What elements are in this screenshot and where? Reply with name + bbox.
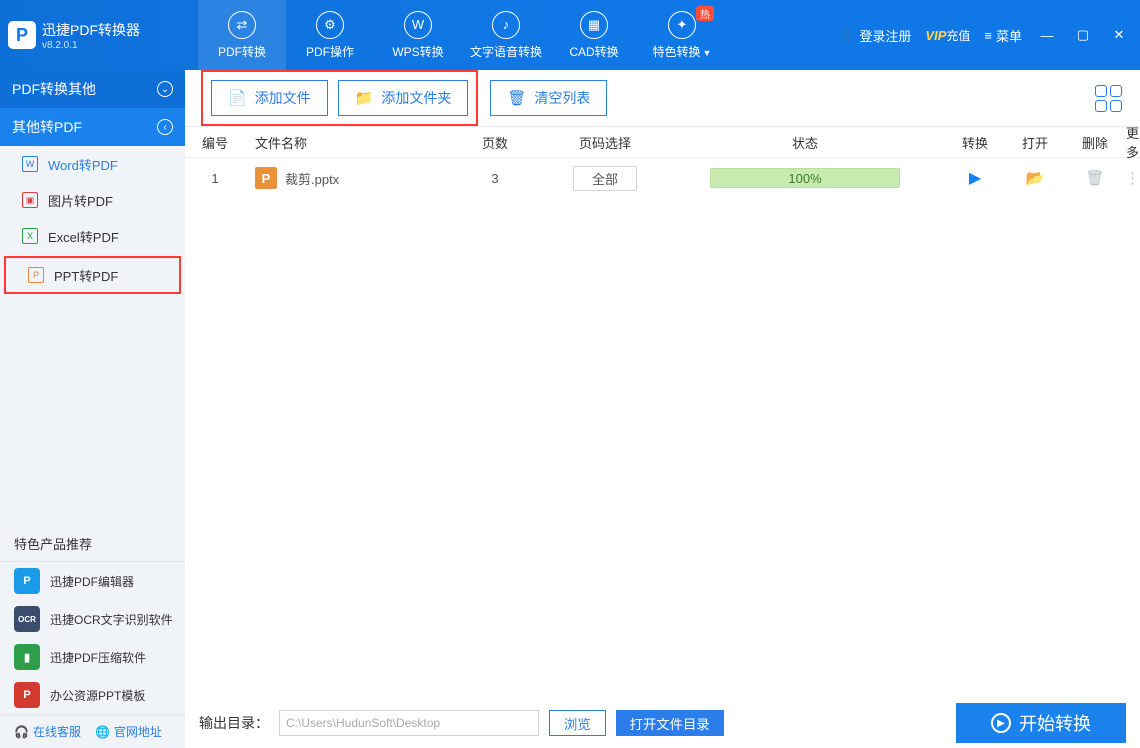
sidebar-item-ppt-to-pdf[interactable]: P PPT转PDF (4, 256, 181, 294)
file-name: 裁剪.pptx (285, 169, 339, 188)
table-header: 编号 文件名称 页数 页码选择 状态 转换 打开 删除 更多 (185, 126, 1140, 158)
star-icon: ✦ (668, 11, 696, 39)
recommend-title: 特色产品推荐 (0, 526, 185, 562)
col-conv: 转换 (945, 133, 1005, 152)
product-ppt-template[interactable]: P 办公资源PPT模板 (0, 676, 185, 714)
hamburger-icon: ≡ (984, 28, 992, 43)
maximize-button[interactable]: ▢ (1072, 27, 1094, 43)
page-count: 3 (445, 171, 545, 186)
headset-icon: 🎧 (14, 725, 29, 739)
swap-icon: ⇄ (228, 11, 256, 39)
open-folder-button[interactable]: 📂 (1026, 170, 1045, 187)
product-icon: ▮ (14, 644, 40, 670)
apps-grid-icon[interactable] (1095, 85, 1122, 112)
tab-pdf-convert[interactable]: ⇄ PDF转换 (198, 0, 286, 70)
sidebar-item-image-to-pdf[interactable]: ▣ 图片转PDF (0, 182, 185, 218)
official-site[interactable]: 🌐 官网地址 (95, 723, 162, 740)
cad-icon: ▦ (580, 11, 608, 39)
audio-icon: ♪ (492, 11, 520, 39)
output-label: 输出目录： (199, 713, 269, 733)
col-name: 文件名称 (245, 133, 445, 152)
tab-cad-convert[interactable]: ▦ CAD转换 (550, 0, 638, 70)
excel-icon: X (22, 228, 38, 244)
minimize-button[interactable]: ― (1036, 28, 1058, 43)
vip-recharge[interactable]: VIP充值 (925, 27, 970, 44)
product-pdf-compress[interactable]: ▮ 迅捷PDF压缩软件 (0, 638, 185, 676)
app-version: v8.2.0.1 (42, 40, 140, 51)
product-icon: P (14, 568, 40, 594)
ppt-icon: P (28, 267, 44, 283)
ppt-file-icon: P (255, 167, 277, 189)
footer: 输出目录： 浏览 打开文件目录 ▶ 开始转换 (185, 698, 1140, 748)
tab-tts[interactable]: ♪ 文字语音转换 (462, 0, 550, 70)
online-support[interactable]: 🎧 在线客服 (14, 723, 81, 740)
col-del: 删除 (1065, 133, 1125, 152)
product-icon: OCR (14, 606, 40, 632)
sidebar-section-other-to-pdf[interactable]: 其他转PDF ‹ (0, 108, 185, 146)
word-icon: W (22, 156, 38, 172)
main-area: 📄 添加文件 📁 添加文件夹 🗑 清空列表 编号 文件名称 页数 页码选择 (185, 70, 1140, 748)
hot-badge: 热 (696, 6, 714, 21)
chevron-left-icon: ‹ (157, 119, 173, 135)
add-folder-button[interactable]: 📁 添加文件夹 (338, 80, 469, 116)
browse-button[interactable]: 浏览 (549, 710, 606, 736)
sidebar: PDF转换其他 ⌄ 其他转PDF ‹ W Word转PDF ▣ 图片转PDF X… (0, 70, 185, 748)
convert-button[interactable]: ▶ (969, 170, 981, 187)
app-title: 迅捷PDF转换器 (42, 20, 140, 40)
tab-pdf-operate[interactable]: ⚙ PDF操作 (286, 0, 374, 70)
header-right: 👤 登录注册 VIP充值 ≡ 菜单 ― ▢ ✕ (839, 0, 1140, 70)
delete-button[interactable]: 🗑 (1085, 170, 1104, 187)
col-more: 更多 (1125, 123, 1140, 161)
chevron-down-icon: ⌄ (157, 81, 173, 97)
progress-bar: 100% (710, 168, 900, 188)
wps-icon: W (404, 11, 432, 39)
col-pages: 页数 (445, 133, 545, 152)
more-button[interactable]: ⋮ (1125, 170, 1140, 187)
file-plus-icon: 📄 (228, 89, 247, 107)
sidebar-section-pdf-to-other[interactable]: PDF转换其他 ⌄ (0, 70, 185, 108)
tab-wps-convert[interactable]: W WPS转换 (374, 0, 462, 70)
start-convert-button[interactable]: ▶ 开始转换 (956, 703, 1126, 743)
output-path-input[interactable] (279, 710, 539, 736)
product-ocr[interactable]: OCR 迅捷OCR文字识别软件 (0, 600, 185, 638)
sidebar-item-excel-to-pdf[interactable]: X Excel转PDF (0, 218, 185, 254)
menu-button[interactable]: ≡ 菜单 (984, 26, 1022, 45)
app-logo-icon: P (8, 21, 36, 49)
gear-icon: ⚙ (316, 11, 344, 39)
product-icon: P (14, 682, 40, 708)
col-open: 打开 (1005, 133, 1065, 152)
table-row: 1 P 裁剪.pptx 3 全部 100% ▶ 📂 🗑 ⋮ (185, 158, 1140, 198)
trash-icon: 🗑 (507, 89, 526, 107)
ie-icon: 🌐 (95, 725, 110, 739)
sidebar-item-word-to-pdf[interactable]: W Word转PDF (0, 146, 185, 182)
folder-plus-icon: 📁 (355, 89, 374, 107)
page-select-button[interactable]: 全部 (573, 166, 637, 191)
main-tabs: ⇄ PDF转换 ⚙ PDF操作 W WPS转换 ♪ 文字语音转换 ▦ CAD转换… (198, 0, 839, 70)
play-circle-icon: ▶ (991, 713, 1011, 733)
chevron-down-icon: ▼ (703, 48, 712, 58)
open-output-dir-button[interactable]: 打开文件目录 (616, 710, 724, 736)
col-state: 状态 (665, 133, 945, 152)
toolbar: 📄 添加文件 📁 添加文件夹 🗑 清空列表 (185, 70, 1140, 126)
row-num: 1 (185, 171, 245, 186)
close-button[interactable]: ✕ (1108, 27, 1130, 43)
clear-list-button[interactable]: 🗑 清空列表 (490, 80, 607, 116)
col-num: 编号 (185, 133, 245, 152)
user-icon: 👤 (839, 27, 855, 43)
titlebar: P 迅捷PDF转换器 v8.2.0.1 ⇄ PDF转换 ⚙ PDF操作 W WP… (0, 0, 1140, 70)
image-icon: ▣ (22, 192, 38, 208)
login-register[interactable]: 👤 登录注册 (839, 26, 911, 45)
col-sel: 页码选择 (545, 133, 665, 152)
highlight-box: 📄 添加文件 📁 添加文件夹 (201, 70, 478, 126)
product-pdf-editor[interactable]: P 迅捷PDF编辑器 (0, 562, 185, 600)
tab-special-convert[interactable]: 热 ✦ 特色转换▼ (638, 0, 726, 70)
app-logo-block: P 迅捷PDF转换器 v8.2.0.1 (0, 0, 198, 70)
add-file-button[interactable]: 📄 添加文件 (211, 80, 328, 116)
